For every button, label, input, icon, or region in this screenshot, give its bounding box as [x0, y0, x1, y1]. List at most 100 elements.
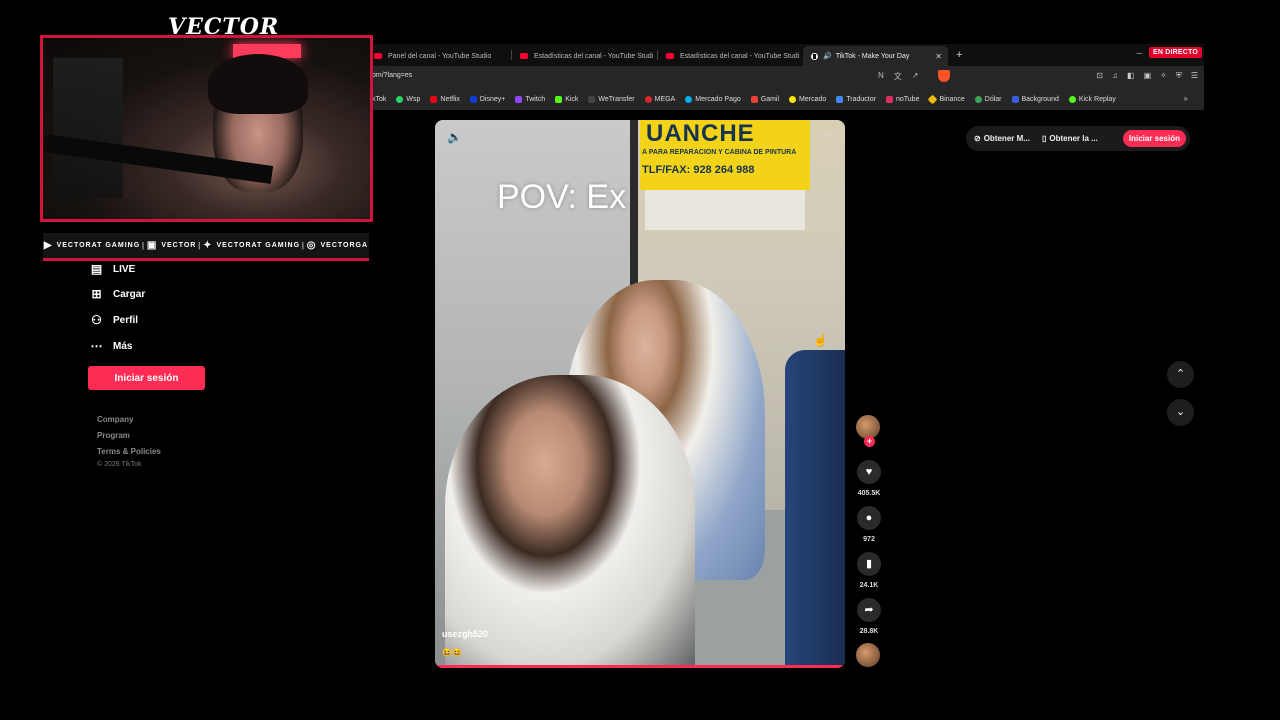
get-app-button[interactable]: ▯ Obtener la ... — [1038, 134, 1102, 143]
tab-label: Estadísticas del canal - YouTube Studi — [680, 52, 800, 60]
save-button[interactable]: ▮ — [857, 552, 881, 576]
minimize-icon[interactable]: – — [1136, 48, 1142, 59]
bookmark-binance[interactable]: Binance — [928, 94, 965, 104]
sidebar-item-live[interactable]: ▤ LIVE — [90, 262, 135, 276]
bookmark-mercado[interactable]: Mercado — [789, 95, 826, 103]
share-button[interactable]: ➦ — [857, 598, 881, 622]
kick-icon — [555, 95, 563, 103]
live-badge: EN DIRECTO — [1148, 47, 1202, 58]
previous-video-button[interactable]: ⌃ — [1167, 361, 1194, 388]
url-text[interactable]: om/?lang=es — [372, 72, 412, 79]
new-tab-button[interactable]: + — [956, 49, 962, 61]
next-video-button[interactable]: ⌄ — [1167, 399, 1194, 426]
bookmark-dolar[interactable]: Dólar — [974, 95, 1002, 103]
sidebar-login-button[interactable]: Iniciar sesión — [88, 366, 205, 390]
social-youtube: ▶ VECTORAT GAMING — [43, 240, 141, 251]
top-login-button[interactable]: Iniciar sesión — [1122, 130, 1186, 147]
sidebar-item-label: Más — [113, 340, 133, 352]
bookmark-wsp[interactable]: Wsp — [396, 95, 420, 103]
twitch-icon — [515, 95, 523, 103]
youtube-icon — [374, 53, 382, 59]
bookmark-kick[interactable]: Kick — [555, 95, 578, 103]
bookmark-notube[interactable]: noTube — [885, 95, 919, 103]
menu-icon[interactable]: ☰ — [1191, 71, 1198, 81]
bookmark-gmail[interactable]: Gamil — [750, 95, 779, 103]
chevron-double-right-icon[interactable]: » — [1184, 94, 1188, 103]
bookmark-wetransfer[interactable]: WeTransfer — [588, 95, 635, 103]
brave-shield-icon[interactable] — [938, 70, 950, 82]
video-player[interactable]: UANCHE A PARA REPARACION Y CABINA DE PIN… — [435, 120, 845, 668]
reader-icon[interactable]: Ν — [878, 71, 884, 82]
vpn-icon[interactable]: ⛨ — [1176, 71, 1182, 81]
twitter-icon: ✦ — [203, 240, 213, 251]
sidebar-icon[interactable]: ◧ — [1127, 71, 1135, 81]
comment-icon: ● — [865, 512, 873, 524]
footer-link-terms[interactable]: Terms & Policies — [97, 447, 161, 456]
tab-label: Estadísticas del canal - YouTube Studi — [534, 52, 654, 60]
music-icon[interactable]: ♫ — [1112, 71, 1118, 81]
bookmark-background[interactable]: Background — [1011, 95, 1059, 103]
bookmark-mega[interactable]: MEGA — [644, 95, 675, 103]
sidebar-item-profile[interactable]: ⚇ Perfil — [90, 313, 138, 327]
tab-panel-canal[interactable]: Panel del canal - YouTube Studio — [366, 46, 511, 66]
bookmark-kick-replay[interactable]: Kick Replay — [1068, 95, 1116, 103]
top-actions: ⊘ Obtener M... ▯ Obtener la ... Iniciar se… — [966, 126, 1190, 151]
video-overlay-text: POV: Ex — [497, 178, 627, 216]
instagram-icon: ◎ — [306, 240, 317, 251]
share-count: 28.8K — [859, 628, 879, 635]
follow-plus-icon[interactable]: + — [864, 436, 875, 447]
bookmark-twitch[interactable]: Twitch — [515, 95, 545, 103]
volume-icon[interactable]: 🔈 — [447, 130, 462, 144]
address-bar-icons: Ν 文 ↗ — [878, 71, 918, 82]
wallet-icon[interactable]: ▣ — [1144, 71, 1152, 81]
share-icon[interactable]: ↗ — [912, 71, 919, 82]
sidebar-item-more[interactable]: ⋯ Más — [90, 339, 133, 353]
social-links-bar: ▶ VECTORAT GAMING | ▣ VECTOR | ✦ VECTORAT G… — [43, 233, 369, 261]
tab-estadisticas-2[interactable]: Estadísticas del canal - YouTube Studi — [658, 46, 803, 66]
divider: | — [141, 241, 146, 250]
translate-icon[interactable]: 文 — [894, 71, 902, 82]
youtube-icon — [520, 53, 528, 59]
profile-icon: ⚇ — [91, 313, 102, 327]
mouse-cursor-icon: ☝ — [813, 333, 828, 347]
social-instagram: ◎ VECTORGA — [306, 240, 369, 251]
screenshot-icon[interactable]: ⊡ — [1096, 71, 1103, 81]
kick-replay-icon — [1068, 95, 1076, 103]
bookmark-traductor[interactable]: Traductor — [836, 95, 876, 103]
youtube-icon — [666, 53, 674, 59]
bookmarks-bar: kTok Wsp Netflix Disney+ Twitch Kick WeT… — [366, 88, 1204, 110]
footer-link-program[interactable]: Program — [97, 431, 130, 440]
comment-button[interactable]: ● — [857, 506, 881, 530]
notube-icon — [885, 95, 893, 103]
bookmark-tiktok[interactable]: kTok — [372, 96, 386, 103]
like-button[interactable]: ♥ — [857, 460, 881, 484]
more-options-icon[interactable]: ⋯ — [822, 128, 835, 142]
bookmark-disney[interactable]: Disney+ — [469, 95, 505, 103]
heart-icon: ♥ — [865, 466, 873, 478]
speaker-icon[interactable]: 🔊 — [823, 52, 832, 60]
address-bar[interactable]: om/?lang=es Ν 文 ↗ ⊡ ♫ ◧ ▣ ✧ ⛨ ☰ — [366, 66, 1204, 88]
sound-disc-avatar[interactable] — [856, 643, 880, 667]
sidebar-item-label: Cargar — [113, 288, 146, 300]
save-count: 24.1K — [859, 582, 879, 589]
video-progress-bar[interactable] — [435, 665, 845, 668]
video-username[interactable]: usezgh520 — [442, 629, 488, 639]
social-twitch: ▣ VECTOR — [146, 240, 197, 251]
close-tab-icon[interactable]: ✕ — [935, 52, 942, 61]
get-coins-button[interactable]: ⊘ Obtener M... — [970, 134, 1034, 143]
background-icon — [1011, 95, 1019, 103]
tab-estadisticas-1[interactable]: Estadísticas del canal - YouTube Studi — [512, 46, 657, 66]
cam-streamer-hair — [208, 54, 308, 114]
tab-tiktok[interactable]: 🔊 TikTok - Make Your Day ✕ — [803, 46, 948, 66]
leo-icon[interactable]: ✧ — [1160, 71, 1167, 81]
sidebar-item-upload[interactable]: ⊞ Cargar — [90, 287, 145, 301]
divider: | — [301, 241, 306, 250]
live-icon: ▤ — [90, 262, 103, 276]
footer-link-company[interactable]: Company — [97, 415, 133, 424]
copyright: © 2026 TikTok — [97, 461, 142, 468]
dollar-icon — [974, 95, 982, 103]
bookmark-mercado-pago[interactable]: Mercado Pago — [685, 95, 741, 103]
bookmark-netflix[interactable]: Netflix — [430, 95, 460, 103]
sidebar-item-label: Perfil — [113, 314, 139, 326]
share-arrow-icon: ➦ — [864, 604, 874, 616]
